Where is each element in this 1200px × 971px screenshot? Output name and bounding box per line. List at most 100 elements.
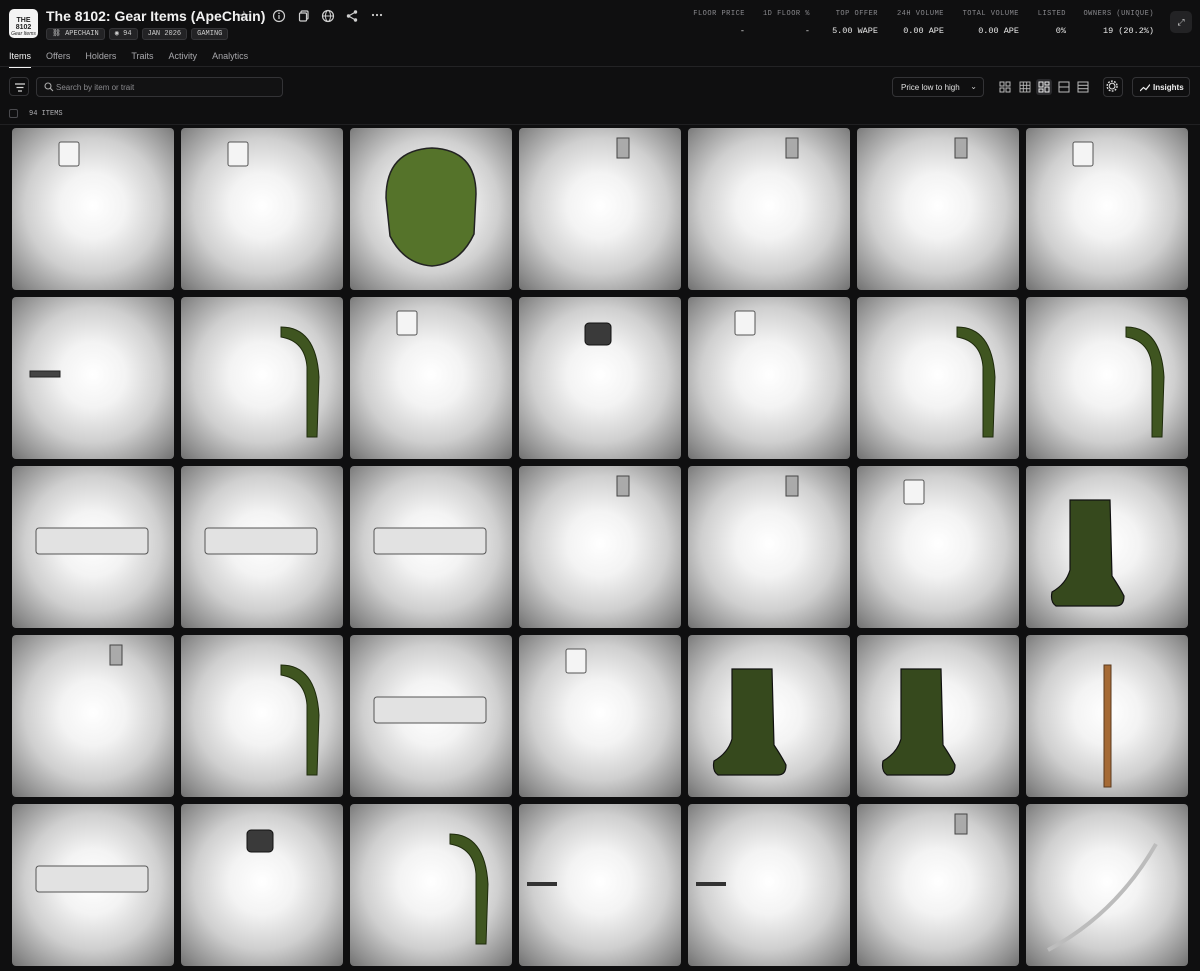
filter-button[interactable] [9, 77, 29, 96]
axe-image [1103, 664, 1112, 788]
item-card[interactable] [857, 297, 1019, 459]
item-card[interactable] [1026, 466, 1188, 628]
backpack-image [280, 664, 320, 776]
pistol-image [373, 527, 487, 555]
collection-header: THE 8102 Gear Items The 8102: Gear Items… [0, 0, 1200, 46]
item-card[interactable] [519, 635, 681, 797]
item-card[interactable] [350, 466, 512, 628]
item-card[interactable] [688, 804, 850, 966]
boots-image [881, 668, 956, 776]
item-card[interactable] [519, 297, 681, 459]
item-card[interactable] [350, 297, 512, 459]
item-card[interactable] [688, 635, 850, 797]
insights-button[interactable]: Insights [1132, 77, 1190, 97]
hammer-image [1072, 141, 1094, 167]
view-large-grid-icon[interactable] [997, 79, 1013, 95]
item-card[interactable] [181, 804, 343, 966]
gear-icon [1106, 80, 1118, 92]
green-rifle-image [696, 882, 726, 886]
item-card[interactable] [688, 466, 850, 628]
item-card[interactable] [857, 635, 1019, 797]
backpack-image [449, 833, 489, 945]
flail-image [954, 813, 968, 835]
backpack-image [956, 326, 996, 438]
view-mixed-grid-icon[interactable] [1036, 79, 1052, 95]
item-card[interactable] [857, 466, 1019, 628]
item-card[interactable] [1026, 804, 1188, 966]
chevron-down-icon: ⌄ [970, 82, 977, 91]
item-card[interactable] [519, 804, 681, 966]
select-all-checkbox[interactable] [9, 109, 18, 118]
item-card[interactable] [688, 297, 850, 459]
hammer-image [565, 648, 587, 674]
item-card[interactable] [350, 804, 512, 966]
flail-image [785, 475, 799, 497]
search-input[interactable] [56, 80, 276, 94]
expand-icon[interactable]: ⤢ [1170, 11, 1192, 33]
hammer-image [58, 141, 80, 167]
item-card[interactable] [350, 128, 512, 290]
item-card[interactable] [519, 466, 681, 628]
pistol-image [373, 696, 487, 724]
view-table-icon[interactable] [1075, 79, 1091, 95]
boots-image [712, 668, 787, 776]
trend-chart-icon [1140, 84, 1150, 92]
sort-dropdown[interactable]: Price low to high ⌄ [892, 77, 984, 97]
rifle-image [29, 370, 61, 378]
search-box [36, 77, 283, 97]
settings-button[interactable] [1103, 77, 1123, 97]
item-card[interactable] [1026, 128, 1188, 290]
flail-image [616, 475, 630, 497]
pistol-image [204, 527, 318, 555]
backpack-image [1125, 326, 1165, 438]
item-card[interactable] [350, 635, 512, 797]
item-card[interactable] [181, 635, 343, 797]
item-card[interactable] [181, 128, 343, 290]
katana-image [1047, 843, 1158, 952]
hammer-image [227, 141, 249, 167]
item-card[interactable] [857, 804, 1019, 966]
flail-image [785, 137, 799, 159]
item-card[interactable] [12, 297, 174, 459]
green-rifle-image [527, 882, 557, 886]
grid-divider [0, 124, 1200, 125]
item-card[interactable] [688, 128, 850, 290]
pistol-image [35, 865, 149, 893]
search-icon [44, 82, 54, 92]
view-list-icon[interactable] [1056, 79, 1072, 95]
view-small-grid-icon[interactable] [1017, 79, 1033, 95]
stat-top-offer: TOP OFFER 5.00 WAPE [832, 10, 878, 36]
filter-icon [15, 83, 25, 92]
stat-1d-floor: 1D FLOOR % - [762, 10, 810, 36]
item-card[interactable] [12, 466, 174, 628]
item-card[interactable] [1026, 297, 1188, 459]
stat-listed: LISTED 0% [1037, 10, 1066, 36]
backpack-image [280, 326, 320, 438]
tabs-divider [0, 66, 1200, 67]
flail-image [954, 137, 968, 159]
hammer-image [396, 310, 418, 336]
grenade-image [584, 322, 612, 346]
sort-selected: Price low to high [901, 83, 960, 92]
item-card[interactable] [181, 466, 343, 628]
boots-image [1050, 499, 1125, 607]
item-card[interactable] [12, 128, 174, 290]
stat-24h-volume: 24H VOLUME 0.00 APE [896, 10, 944, 36]
item-card[interactable] [181, 297, 343, 459]
stat-owners: OWNERS (UNIQUE) 19 (20.2%) [1083, 10, 1154, 36]
item-card[interactable] [519, 128, 681, 290]
helmet-image [385, 147, 477, 267]
collection-stats: FLOOR PRICE - 1D FLOOR % - TOP OFFER 5.00 W… [0, 10, 1200, 40]
hammer-image [734, 310, 756, 336]
flail-image [616, 137, 630, 159]
stat-floor-price: FLOOR PRICE - [693, 10, 745, 36]
item-card[interactable] [1026, 635, 1188, 797]
stat-total-volume: TOTAL VOLUME 0.00 APE [962, 10, 1019, 36]
item-card[interactable] [857, 128, 1019, 290]
item-card[interactable] [12, 804, 174, 966]
grenade-image [246, 829, 274, 853]
pistol-image [35, 527, 149, 555]
item-card[interactable] [12, 635, 174, 797]
hammer-image [903, 479, 925, 505]
item-count: 94 ITEMS [29, 110, 63, 118]
